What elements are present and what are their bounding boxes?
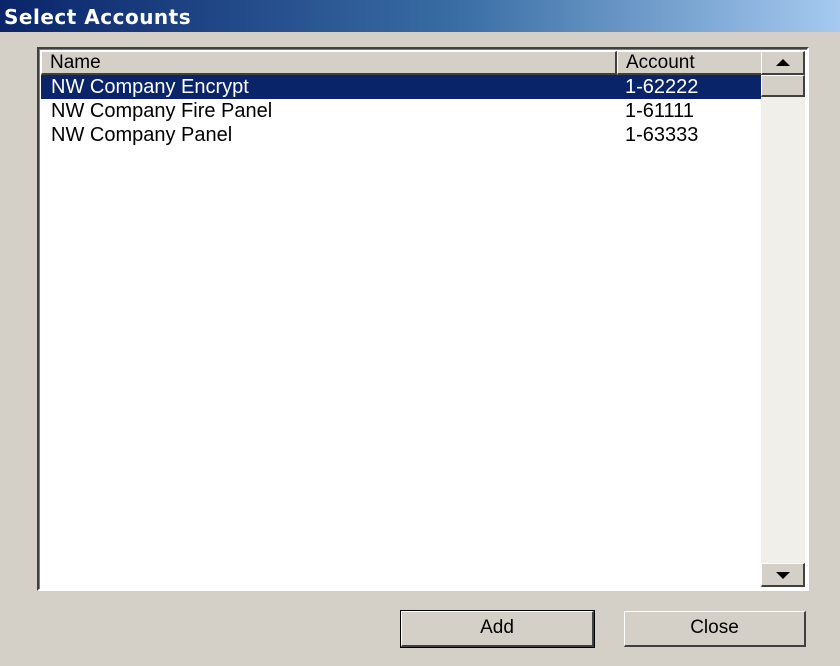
- list-row[interactable]: NW Company Panel 1-63333: [41, 123, 763, 147]
- add-button[interactable]: Add: [400, 610, 595, 648]
- row-name: NW Company Panel: [51, 124, 233, 146]
- scroll-down-button[interactable]: [761, 563, 805, 587]
- accounts-list[interactable]: Name Account NW Company Encrypt 1-62222 …: [37, 47, 809, 591]
- row-name: NW Company Encrypt: [51, 76, 249, 98]
- scrollbar-thumb[interactable]: [761, 75, 805, 97]
- triangle-up-icon: [776, 59, 790, 66]
- row-account: 1-62222: [625, 76, 699, 98]
- row-name: NW Company Fire Panel: [51, 100, 273, 122]
- vertical-scrollbar[interactable]: [761, 51, 805, 587]
- select-accounts-dialog: Select Accounts Name Account NW Company …: [0, 0, 840, 666]
- column-header-account[interactable]: Account: [617, 51, 763, 75]
- title-bar[interactable]: Select Accounts: [0, 0, 840, 32]
- row-account: 1-63333: [625, 124, 699, 146]
- triangle-down-icon: [776, 572, 790, 579]
- row-account: 1-61111: [625, 100, 694, 122]
- close-button[interactable]: Close: [624, 611, 806, 647]
- scroll-up-button[interactable]: [761, 51, 805, 75]
- column-header-name[interactable]: Name: [41, 51, 617, 75]
- list-header: Name Account: [41, 51, 763, 75]
- list-row[interactable]: NW Company Fire Panel 1-61111: [41, 99, 763, 123]
- list-row-selected[interactable]: NW Company Encrypt 1-62222: [41, 75, 763, 99]
- window-title: Select Accounts: [4, 5, 192, 29]
- list-rows: NW Company Encrypt 1-62222 NW Company Fi…: [41, 75, 763, 147]
